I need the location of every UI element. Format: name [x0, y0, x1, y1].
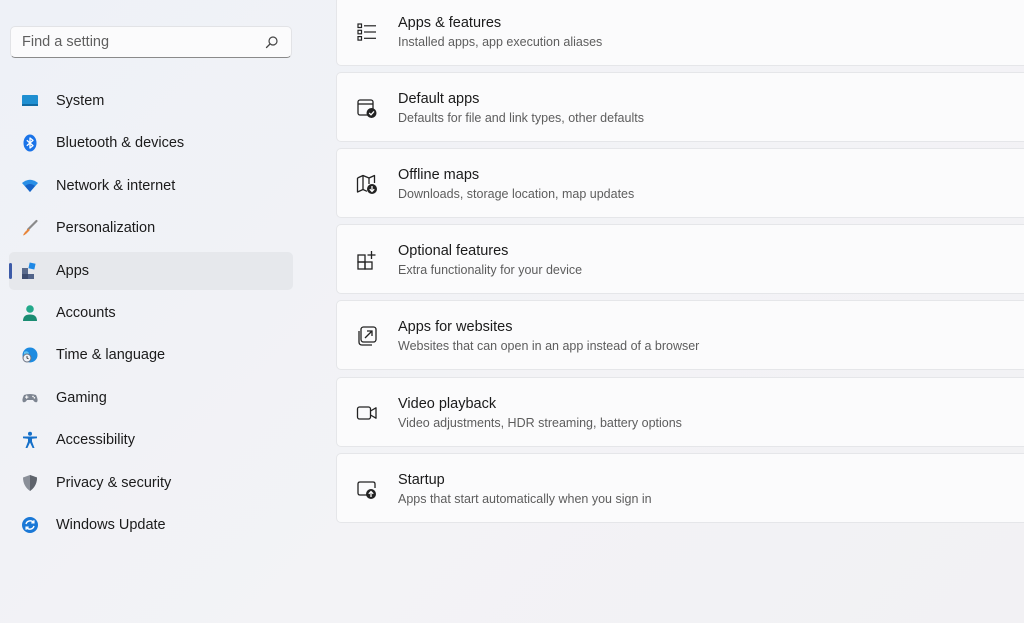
sidebar-item-time-language[interactable]: Time & language: [9, 336, 293, 374]
sidebar-item-windows-update[interactable]: Windows Update: [9, 506, 293, 544]
card-title: Video playback: [398, 396, 497, 412]
settings-window: System Bluetooth & devices Network & int…: [0, 0, 1024, 623]
sidebar-item-label: Bluetooth & devices: [56, 135, 185, 152]
sidebar-item-label: Privacy & security: [56, 474, 172, 491]
startup-icon: [357, 481, 376, 499]
sidebar-item-label: Accessibility: [56, 432, 135, 449]
search-box[interactable]: [10, 26, 292, 58]
open-external-icon: [358, 326, 377, 346]
card-subtitle: Downloads, storage location, map updates: [398, 187, 635, 201]
sidebar-item-gaming[interactable]: Gaming: [9, 379, 293, 417]
sidebar-item-label: Network & internet: [56, 177, 176, 194]
sidebar-item-label: Time & language: [56, 347, 166, 364]
update-icon: [22, 516, 38, 533]
card-title: Optional features: [398, 243, 509, 259]
sidebar-item-label: Apps: [56, 262, 90, 279]
system-icon: [22, 95, 38, 106]
sidebar: System Bluetooth & devices Network & int…: [0, 0, 310, 623]
sidebar-item-label: Windows Update: [56, 516, 166, 533]
card-optional-features[interactable]: Optional features Extra functionality fo…: [336, 224, 1024, 294]
default-apps-icon: [357, 99, 377, 118]
card-subtitle: Defaults for file and link types, other …: [398, 111, 644, 125]
apps-icon: [22, 262, 36, 279]
globe-clock-icon: [22, 347, 38, 363]
card-title: Apps & features: [398, 15, 502, 31]
video-icon: [356, 406, 377, 420]
card-apps-features[interactable]: Apps & features Installed apps, app exec…: [336, 0, 1024, 66]
wifi-icon: [22, 179, 38, 192]
sidebar-item-network-internet[interactable]: Network & internet: [9, 167, 293, 205]
search-icon[interactable]: [265, 35, 279, 49]
sidebar-item-bluetooth-devices[interactable]: Bluetooth & devices: [9, 124, 293, 162]
sidebar-item-accessibility[interactable]: Accessibility: [9, 421, 293, 459]
gamepad-icon: [22, 393, 38, 402]
card-subtitle: Apps that start automatically when you s…: [398, 492, 652, 506]
card-startup[interactable]: Startup Apps that start automatically wh…: [336, 453, 1024, 523]
sidebar-item-privacy-security[interactable]: Privacy & security: [9, 464, 293, 502]
sidebar-nav: System Bluetooth & devices Network & int…: [9, 82, 293, 548]
add-grid-icon: [357, 251, 376, 270]
sidebar-item-personalization[interactable]: Personalization: [9, 209, 293, 247]
sidebar-item-label: Personalization: [56, 220, 156, 237]
card-subtitle: Installed apps, app execution aliases: [398, 35, 603, 49]
main-content: Apps & features Installed apps, app exec…: [336, 0, 1024, 623]
card-title: Startup: [398, 472, 445, 488]
card-offline-maps[interactable]: Offline maps Downloads, storage location…: [336, 148, 1024, 218]
brush-icon: [23, 220, 38, 236]
card-apps-for-websites[interactable]: Apps for websites Websites that can open…: [336, 300, 1024, 370]
sidebar-item-label: Gaming: [56, 389, 107, 406]
sidebar-item-system[interactable]: System: [9, 82, 293, 120]
list-icon: [357, 23, 376, 41]
card-subtitle: Video adjustments, HDR streaming, batter…: [398, 416, 682, 430]
bluetooth-icon: [23, 134, 37, 152]
card-default-apps[interactable]: Default apps Defaults for file and link …: [336, 72, 1024, 142]
card-subtitle: Websites that can open in an app instead…: [398, 339, 700, 353]
card-title: Offline maps: [398, 167, 480, 183]
sidebar-item-label: System: [56, 93, 105, 109]
search-input[interactable]: [11, 27, 262, 57]
sidebar-item-label: Accounts: [56, 304, 116, 321]
card-subtitle: Extra functionality for your device: [398, 263, 583, 277]
sidebar-item-accounts[interactable]: Accounts: [9, 294, 293, 332]
sidebar-item-apps[interactable]: Apps: [9, 251, 293, 290]
card-title: Apps for websites: [398, 319, 513, 335]
map-download-icon: [356, 174, 377, 194]
person-icon: [23, 305, 37, 321]
shield-icon: [23, 474, 37, 491]
card-video-playback[interactable]: Video playback Video adjustments, HDR st…: [336, 377, 1024, 447]
card-title: Default apps: [398, 91, 480, 107]
accessibility-icon: [23, 431, 37, 449]
